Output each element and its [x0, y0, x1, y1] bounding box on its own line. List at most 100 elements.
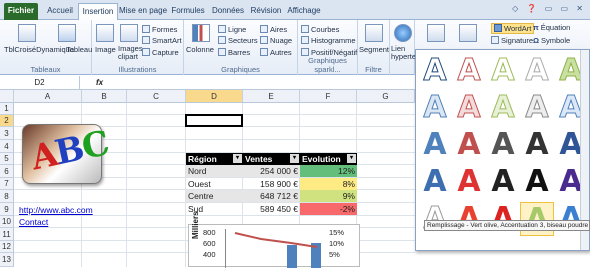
signature-button[interactable]: Signature — [491, 36, 533, 45]
col-header-d[interactable]: D — [186, 90, 243, 103]
table-header-ventes[interactable]: Ventes ▾ — [243, 153, 300, 165]
col-header-g[interactable]: G — [357, 90, 415, 103]
row-header-8[interactable]: 8 — [0, 190, 14, 203]
table-icon[interactable] — [58, 24, 76, 42]
tab-accueil[interactable]: Accueil — [40, 3, 80, 20]
table-cell-evolution[interactable]: 12% — [300, 165, 357, 177]
table-button[interactable]: Tableau — [66, 45, 92, 54]
clipart-icon[interactable] — [120, 24, 138, 42]
row-header-7[interactable]: 7 — [0, 178, 14, 190]
row-header-11[interactable]: 11 — [0, 228, 14, 241]
other-charts-button[interactable]: Autres — [260, 48, 292, 57]
image-button[interactable]: Image — [95, 45, 116, 54]
sparkline-histogram-button[interactable]: Histogramme — [301, 36, 356, 45]
filter-dropdown-icon[interactable]: ▾ — [347, 154, 356, 163]
filter-dropdown-icon[interactable]: ▾ — [290, 154, 299, 163]
table-cell-region[interactable]: Ouest — [186, 178, 243, 190]
pie-chart-button[interactable]: Secteurs — [218, 36, 258, 45]
tab-affichage[interactable]: Affichage — [285, 3, 323, 20]
wordart-style[interactable]: A — [486, 128, 520, 162]
table-cell-ventes[interactable]: 158 900 € — [243, 178, 300, 190]
table-cell-evolution[interactable]: 9% — [300, 190, 357, 202]
wordart-style[interactable]: A — [452, 165, 486, 199]
wordart-style[interactable]: A — [520, 53, 554, 88]
shapes-button[interactable]: Formes — [142, 25, 177, 34]
wordart-style[interactable]: A — [418, 90, 452, 125]
line-chart-button[interactable]: Ligne — [218, 25, 246, 34]
symbol-button[interactable]: Ω Symbole — [533, 36, 570, 45]
row-header-2[interactable]: 2 — [0, 115, 14, 127]
tab-formules[interactable]: Formules — [168, 3, 208, 20]
wordart-style[interactable]: A — [520, 90, 554, 125]
col-header-f[interactable]: F — [300, 90, 357, 103]
wordart-style[interactable]: A — [520, 128, 554, 162]
capture-button[interactable]: Capture — [142, 48, 179, 57]
row-header-9[interactable]: 9 — [0, 203, 14, 216]
scatter-chart-button[interactable]: Nuage — [260, 36, 292, 45]
row-header-12[interactable]: 12 — [0, 241, 14, 253]
row-header-1[interactable]: 1 — [0, 103, 14, 115]
table-header-region[interactable]: Région ▾ — [186, 153, 243, 165]
wordart-style[interactable]: A — [486, 90, 520, 125]
clipart-button[interactable]: Images clipart — [118, 45, 143, 61]
table-cell-region[interactable]: Nord — [186, 165, 243, 177]
wordart-style[interactable]: A — [418, 128, 452, 162]
window-controls[interactable]: ◇ ❓ ▭ ▭ ✕ — [512, 4, 586, 13]
abc-logo-image[interactable]: ABC — [22, 123, 111, 184]
col-header-e[interactable]: E — [243, 90, 300, 103]
fx-icon[interactable]: fx — [96, 76, 103, 89]
row-header-13[interactable]: 13 — [0, 253, 14, 267]
row-header-5[interactable]: 5 — [0, 153, 14, 165]
pivot-table-icon[interactable] — [18, 24, 36, 42]
tab-revision[interactable]: Révision — [248, 3, 284, 20]
area-chart-button[interactable]: Aires — [260, 25, 287, 34]
row-header-10[interactable]: 10 — [0, 216, 14, 228]
hyperlink-contact[interactable]: Contact — [17, 216, 50, 228]
smartart-button[interactable]: SmartArt — [142, 36, 182, 45]
hyperlink-abc[interactable]: http://www.abc.com — [17, 204, 95, 216]
wordart-style[interactable]: A — [418, 165, 452, 199]
tab-mise-en-page[interactable]: Mise en page — [118, 3, 168, 20]
globe-link-icon[interactable] — [394, 24, 412, 42]
table-cell-ventes[interactable]: 254 000 € — [243, 165, 300, 177]
wordart-style[interactable]: A — [452, 53, 486, 88]
column-chart-icon[interactable] — [192, 24, 210, 42]
tab-insertion[interactable]: Insertion — [78, 3, 118, 20]
image-icon[interactable] — [96, 24, 114, 42]
table-cell-ventes[interactable]: 648 712 € — [243, 190, 300, 202]
tcd-button[interactable]: TblCroiséDynamique — [4, 45, 74, 54]
col-header-b[interactable]: B — [82, 90, 127, 103]
row-header-4[interactable]: 4 — [0, 140, 14, 153]
hyperlink-button[interactable]: Lien hypertexte — [391, 45, 415, 61]
wordart-style[interactable]: A — [418, 53, 452, 88]
textbox-icon[interactable] — [427, 24, 445, 42]
table-header-evolution[interactable]: Evolution ▾ — [300, 153, 357, 165]
row-header-3[interactable]: 3 — [0, 127, 14, 140]
active-cell-d2[interactable] — [185, 114, 243, 127]
name-box[interactable]: D2 — [0, 76, 80, 89]
table-cell-ventes[interactable]: 589 450 € — [243, 203, 300, 215]
wordart-style[interactable]: A — [520, 165, 554, 199]
wordart-style[interactable]: A — [486, 165, 520, 199]
column-button[interactable]: Colonne — [186, 45, 214, 54]
slicer-button[interactable]: Segment — [359, 45, 389, 54]
table-cell-evolution[interactable]: -2% — [300, 203, 357, 215]
select-all-corner[interactable] — [0, 90, 14, 103]
tab-donnees[interactable]: Données — [208, 3, 248, 20]
sparkline-lines-button[interactable]: Courbes — [301, 25, 339, 34]
col-header-a[interactable]: A — [14, 90, 82, 103]
wordart-style[interactable]: A — [452, 128, 486, 162]
tab-fichier[interactable]: Fichier — [4, 3, 38, 20]
embedded-chart[interactable]: Milliers 800 600 400 15% 10% 5% — [188, 211, 360, 268]
header-footer-icon[interactable] — [459, 24, 477, 42]
equation-button[interactable]: π Équation — [533, 23, 570, 32]
col-header-c[interactable]: C — [127, 90, 186, 103]
row-header-6[interactable]: 6 — [0, 165, 14, 178]
bar-chart-button[interactable]: Barres — [218, 48, 250, 57]
wordart-button[interactable]: WordArt — [491, 23, 535, 34]
wordart-style[interactable]: A — [452, 90, 486, 125]
wordart-style[interactable]: A — [486, 53, 520, 88]
table-cell-evolution[interactable]: 8% — [300, 178, 357, 190]
slicer-icon[interactable] — [365, 24, 383, 42]
filter-dropdown-icon[interactable]: ▾ — [233, 154, 242, 163]
